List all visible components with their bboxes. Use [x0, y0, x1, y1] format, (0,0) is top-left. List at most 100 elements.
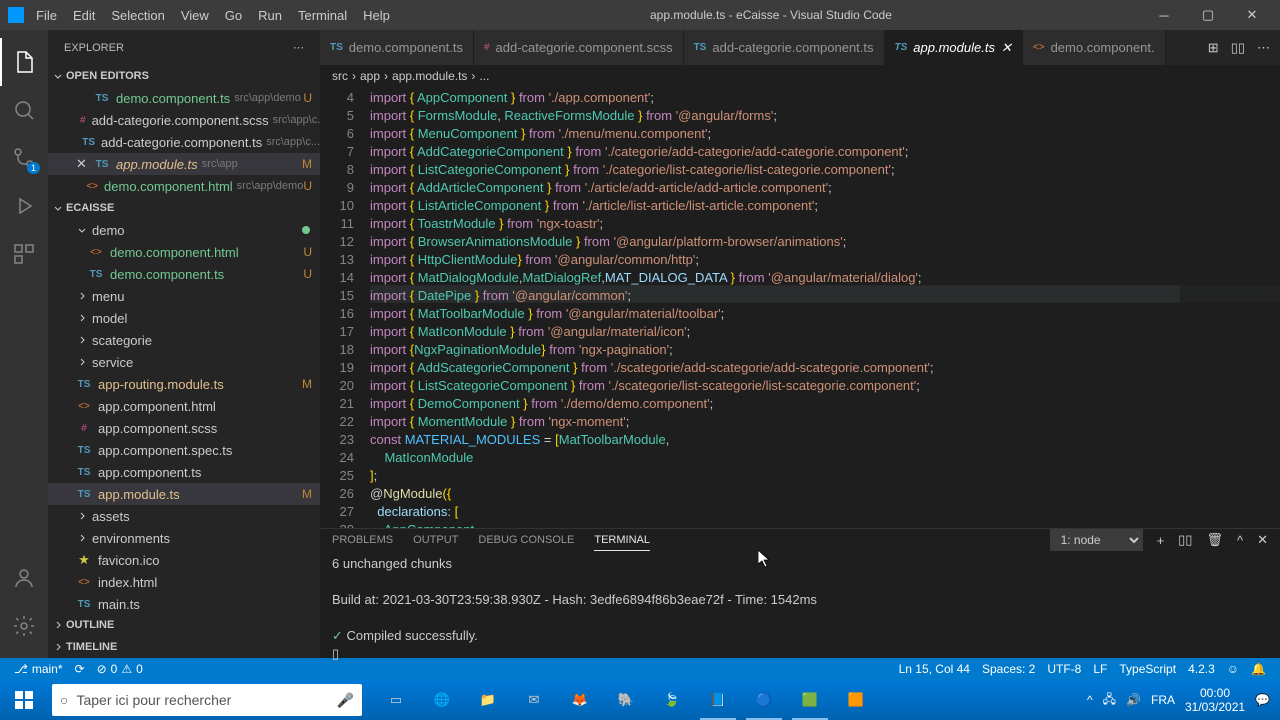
file-item[interactable]: #app.component.scss	[48, 417, 320, 439]
close-tab-icon[interactable]: ✕	[1001, 40, 1012, 56]
terminal-select[interactable]: 1: node	[1050, 529, 1143, 551]
mail-icon[interactable]: ✉	[512, 680, 556, 720]
open-editor-item[interactable]: #add-categorie.component.scss src\app\c.…	[48, 109, 320, 131]
maximize-panel-icon[interactable]: ^	[1237, 533, 1243, 548]
action-center-icon[interactable]: 💬	[1255, 693, 1270, 707]
folder-item[interactable]: demo	[48, 219, 320, 241]
cortana-icon: ○	[60, 692, 68, 708]
explorer-title: EXPLORER	[64, 42, 124, 54]
menu-selection[interactable]: Selection	[103, 4, 172, 27]
open-editor-item[interactable]: TSadd-categorie.component.ts src\app\c..…	[48, 131, 320, 153]
maximize-button[interactable]: ▢	[1188, 0, 1228, 30]
breadcrumb[interactable]: src›app›app.module.ts›...	[320, 65, 1280, 87]
folder-item[interactable]: scategorie	[48, 329, 320, 351]
editor-area: TSdemo.component.ts#add-categorie.compon…	[320, 30, 1280, 658]
file-item[interactable]: <>app.component.html	[48, 395, 320, 417]
new-terminal-icon[interactable]: +	[1157, 533, 1165, 548]
panel-tab-problems[interactable]: PROBLEMS	[332, 530, 393, 550]
edge-icon[interactable]: 🌐	[420, 680, 464, 720]
task-view-icon[interactable]: ▭	[374, 680, 418, 720]
file-item[interactable]: ★favicon.ico	[48, 549, 320, 571]
more-icon[interactable]: ⋯	[1257, 40, 1270, 56]
more-icon[interactable]: ⋯	[293, 41, 304, 54]
file-item[interactable]: <>index.html	[48, 571, 320, 593]
kill-terminal-icon[interactable]: 🗑	[1206, 532, 1223, 548]
code-editor[interactable]: import { AppComponent } from './app.comp…	[370, 87, 1280, 528]
chrome-icon[interactable]: 🔵	[742, 680, 786, 720]
menu-run[interactable]: Run	[250, 4, 290, 27]
explorer-icon[interactable]	[0, 38, 48, 86]
search-icon[interactable]	[0, 86, 48, 134]
folder-item[interactable]: service	[48, 351, 320, 373]
editor-tab[interactable]: TSapp.module.ts✕	[885, 30, 1023, 65]
file-item[interactable]: TSapp.module.tsM	[48, 483, 320, 505]
folder-item[interactable]: menu	[48, 285, 320, 307]
editor-tab[interactable]: #add-categorie.component.scss	[474, 30, 684, 65]
close-button[interactable]: ✕	[1232, 0, 1272, 30]
editor-tab[interactable]: TSadd-categorie.component.ts	[684, 30, 885, 65]
file-item[interactable]: TSapp.component.spec.ts	[48, 439, 320, 461]
editor-tabs: TSdemo.component.ts#add-categorie.compon…	[320, 30, 1280, 65]
open-editor-item[interactable]: TSdemo.component.ts src\app\demoU	[48, 87, 320, 109]
terminal-panel: PROBLEMS OUTPUT DEBUG CONSOLE TERMINAL 1: n…	[320, 528, 1280, 658]
problems-status[interactable]: ⊘ 0 ⚠ 0	[91, 662, 149, 676]
sidebar: EXPLORER ⋯ OPEN EDITORS TSdemo.component…	[48, 30, 320, 658]
scm-badge: 1	[27, 162, 40, 174]
network-icon[interactable]: 🖧	[1103, 690, 1116, 711]
folder-item[interactable]: assets	[48, 505, 320, 527]
menu-file[interactable]: File	[28, 4, 65, 27]
folder-item[interactable]: model	[48, 307, 320, 329]
panel-tab-debug-console[interactable]: DEBUG CONSOLE	[478, 530, 574, 550]
vscode-icon	[8, 7, 24, 23]
split-editor-icon[interactable]: ▯▯	[1231, 40, 1245, 56]
camtasia-icon[interactable]: 🟩	[788, 680, 832, 720]
tray-chevron-icon[interactable]: ^	[1087, 693, 1093, 707]
open-editor-item[interactable]: ✕TSapp.module.ts src\appM	[48, 153, 320, 175]
editor-tab[interactable]: <>demo.component.	[1023, 30, 1166, 65]
file-item[interactable]: TSapp-routing.module.tsM	[48, 373, 320, 395]
minimize-button[interactable]: ─	[1144, 0, 1184, 30]
outline-section[interactable]: OUTLINE	[48, 614, 320, 636]
pgadmin-icon[interactable]: 🐘	[604, 680, 648, 720]
menu-edit[interactable]: Edit	[65, 4, 103, 27]
scm-icon[interactable]: 1	[0, 134, 48, 182]
folder-item[interactable]: environments	[48, 527, 320, 549]
sync-status[interactable]: ⟳	[69, 662, 91, 676]
timeline-section[interactable]: TIMELINE	[48, 636, 320, 658]
file-item[interactable]: <>demo.component.htmlU	[48, 241, 320, 263]
menu-help[interactable]: Help	[355, 4, 398, 27]
menu-go[interactable]: Go	[217, 4, 250, 27]
file-item[interactable]: TSapp.component.ts	[48, 461, 320, 483]
volume-icon[interactable]: 🔊	[1126, 693, 1141, 707]
mic-icon[interactable]: 🎤	[337, 692, 354, 709]
clock[interactable]: 00:00 31/03/2021	[1185, 686, 1245, 714]
app-icon[interactable]: 🟧	[834, 680, 878, 720]
file-item[interactable]: TSdemo.component.tsU	[48, 263, 320, 285]
debug-icon[interactable]	[0, 182, 48, 230]
file-explorer-icon[interactable]: 📁	[466, 680, 510, 720]
extensions-icon[interactable]	[0, 230, 48, 278]
file-item[interactable]: TSmain.ts	[48, 593, 320, 614]
project-section[interactable]: ECAISSE	[48, 197, 320, 219]
branch-status[interactable]: ⎇ main*	[8, 662, 69, 676]
menu-view[interactable]: View	[173, 4, 217, 27]
start-button[interactable]	[0, 680, 48, 720]
firefox-icon[interactable]: 🦊	[558, 680, 602, 720]
editor-tab[interactable]: TSdemo.component.ts	[320, 30, 474, 65]
menu-terminal[interactable]: Terminal	[290, 4, 355, 27]
settings-icon[interactable]	[0, 602, 48, 650]
language-indicator[interactable]: FRA	[1151, 693, 1175, 707]
minimap[interactable]	[1180, 87, 1280, 528]
panel-tab-terminal[interactable]: TERMINAL	[594, 530, 650, 551]
panel-tab-output[interactable]: OUTPUT	[413, 530, 458, 550]
spring-icon[interactable]: 🍃	[650, 680, 694, 720]
open-editors-section[interactable]: OPEN EDITORS	[48, 65, 320, 87]
vscode-task-icon[interactable]: 📘	[696, 680, 740, 720]
terminal-output[interactable]: 6 unchanged chunks Build at: 2021-03-30T…	[320, 551, 1280, 667]
close-panel-icon[interactable]: ✕	[1257, 532, 1268, 548]
open-editor-item[interactable]: <>demo.component.html src\app\demoU	[48, 175, 320, 197]
windows-search[interactable]: ○ Taper ici pour rechercher 🎤	[52, 684, 362, 716]
account-icon[interactable]	[0, 554, 48, 602]
split-terminal-icon[interactable]: ▯▯	[1178, 532, 1192, 548]
compare-icon[interactable]: ⊞	[1208, 40, 1219, 56]
